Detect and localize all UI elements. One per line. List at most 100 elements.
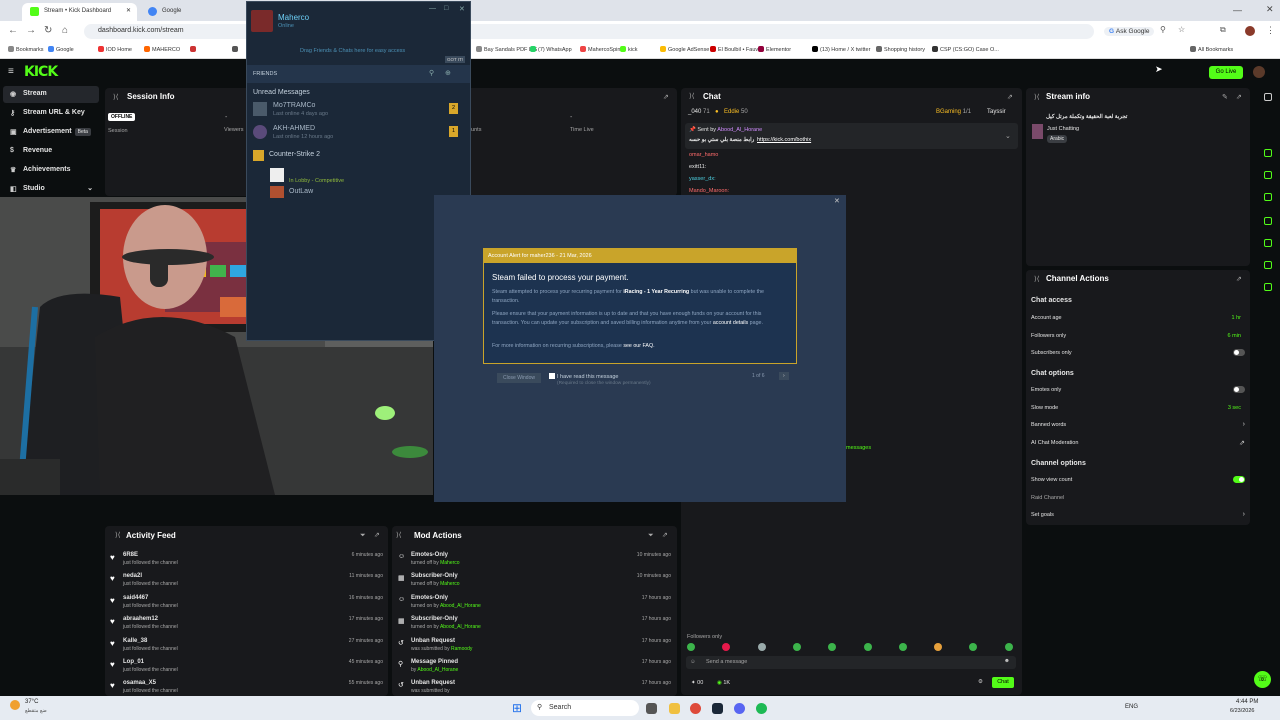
steam-maximize-icon[interactable]: □ (444, 5, 448, 12)
forward-icon[interactable]: → (26, 25, 36, 36)
url-field[interactable]: dashboard.kick.com/stream (84, 24, 1094, 39)
bookmark-item[interactable] (190, 46, 198, 53)
friend-row[interactable]: Mo7TRAMCo Last online 4 days ago 2 (251, 100, 467, 120)
language-indicator[interactable]: ENG (1125, 704, 1138, 710)
back-icon[interactable]: ← (8, 25, 18, 36)
add-friend-icon[interactable]: ⊕ (445, 69, 451, 77)
ai-moderation-row[interactable]: AI Chat Moderation ⇗ (1031, 440, 1245, 447)
file-explorer-icon[interactable] (669, 703, 680, 714)
followers-only-row[interactable]: Followers only 6 min (1031, 333, 1245, 339)
taskbar-search[interactable]: ⚲ Search (531, 700, 639, 716)
rail-tool-icon[interactable] (1264, 239, 1272, 247)
mod-filter-icon[interactable]: ⏷ (648, 532, 654, 540)
alert-close-icon[interactable]: ✕ (834, 197, 840, 205)
rail-tool-icon[interactable] (1264, 149, 1272, 157)
rail-tool-icon[interactable] (1264, 193, 1272, 201)
sidebar-item-advertisement[interactable]: ▣ Advertisement Beta (3, 124, 99, 141)
close-window-button[interactable]: Close Window (497, 373, 541, 383)
chrome-icon[interactable] (690, 703, 701, 714)
bookmark-item[interactable]: Google AdSense (660, 46, 709, 53)
stream-info-popout-icon[interactable]: ⇗ (1236, 93, 1242, 101)
emote-icon[interactable] (757, 643, 766, 651)
pinned-message[interactable]: 📌 Sent by Abood_Al_Horane رابط منصة بلي … (685, 123, 1018, 149)
got-it-button[interactable]: GOT IT! (445, 56, 466, 63)
sidebar-item-stream-url-key[interactable]: ⚷ Stream URL & Key (3, 105, 99, 122)
emotes-only-toggle[interactable] (1233, 386, 1245, 393)
minimize-icon[interactable]: — (1233, 5, 1242, 15)
bookmark-item[interactable] (232, 46, 240, 53)
show-view-count-toggle[interactable] (1233, 476, 1245, 483)
user-avatar[interactable] (1253, 66, 1265, 78)
steam-minimize-icon[interactable]: — (429, 5, 436, 12)
task-view-icon[interactable] (646, 703, 657, 714)
chat-collapse-icon[interactable]: ⟩⟨ (689, 92, 694, 100)
sidebar-item-achievements[interactable]: ♛ Achievements (3, 162, 99, 179)
zoom-icon[interactable]: ⚲ (1160, 25, 1166, 34)
emote-icon[interactable] (934, 643, 943, 651)
emote-icon[interactable] (1004, 643, 1013, 651)
bookmark-item[interactable]: MahercoSpin (580, 46, 620, 53)
help-chat-icon[interactable]: ☏ (1254, 671, 1271, 688)
popout-icon[interactable]: ⇗ (663, 93, 669, 101)
game-group-heading[interactable]: Counter-Strike 2 (269, 151, 320, 158)
raid-channel-row[interactable]: Raid Channel (1031, 495, 1245, 501)
chat-input[interactable]: ☺ Send a message ☻ (686, 656, 1016, 669)
go-live-button[interactable]: Go Live (1209, 66, 1243, 79)
rail-tool-icon[interactable] (1264, 171, 1272, 179)
bookmark-item[interactable]: Bay Sandals PDF LIS (476, 46, 537, 53)
menu-dots-icon[interactable]: ⋮ (1266, 25, 1275, 36)
filter-icon[interactable]: ⏷ (360, 532, 366, 540)
mod-collapse-icon[interactable]: ⟩⟨ (396, 531, 401, 539)
emote-icon[interactable] (863, 643, 872, 651)
home-icon[interactable]: ⌂ (62, 25, 68, 36)
banned-words-row[interactable]: Banned words › (1031, 421, 1245, 428)
collapse-icon[interactable]: ⟩⟨ (113, 93, 118, 101)
star-icon[interactable]: ☆ (1178, 25, 1185, 34)
bookmark-item[interactable]: Shopping history (876, 46, 925, 53)
kick-logo[interactable]: KICK (24, 64, 58, 80)
edit-icon[interactable]: ✎ (1222, 93, 1228, 101)
emote-icon[interactable] (687, 643, 695, 651)
emote-icon[interactable] (969, 643, 978, 651)
channel-actions-collapse-icon[interactable]: ⟩⟨ (1034, 275, 1039, 283)
friends-search-icon[interactable]: ⚲ (429, 69, 434, 77)
pinned-link[interactable]: https://kick.com/bothix (757, 137, 811, 143)
read-checkbox[interactable] (549, 373, 555, 379)
tab-kick-dashboard[interactable]: Stream • Kick Dashboard ✕ (22, 3, 137, 21)
bookmark-item[interactable]: El Boulbil • Fauves (710, 46, 764, 53)
slow-mode-row[interactable]: Slow mode 3 sec (1031, 405, 1245, 411)
bookmark-item[interactable]: All Bookmarks (1190, 46, 1233, 53)
close-icon[interactable]: ✕ (126, 7, 131, 14)
send-chat-button[interactable]: Chat (992, 677, 1014, 688)
emote-icon[interactable] (722, 643, 731, 651)
discord-icon[interactable] (734, 703, 745, 714)
chat-popout-icon[interactable]: ⇗ (1007, 93, 1013, 101)
windows-start-icon[interactable]: ⊞ (512, 701, 522, 715)
rail-tool-icon[interactable] (1264, 93, 1272, 101)
bookmark-item[interactable]: (13) Home / X twitter (812, 46, 870, 53)
activity-collapse-icon[interactable]: ⟩⟨ (115, 531, 120, 539)
bookmark-item[interactable]: Bookmarks (8, 46, 44, 53)
rail-tool-icon[interactable] (1264, 283, 1272, 291)
mod-popout-icon[interactable]: ⇗ (662, 531, 668, 539)
steam-close-icon[interactable]: ✕ (459, 5, 465, 13)
sidebar-item-studio[interactable]: ◧ Studio ⌄ (3, 181, 99, 198)
spotify-icon[interactable] (756, 703, 767, 714)
faq-link[interactable]: see our FAQ. (623, 343, 654, 349)
sidebar-item-revenue[interactable]: $ Revenue (3, 143, 99, 160)
profile-avatar[interactable] (1245, 26, 1255, 36)
pin-expand-icon[interactable]: ⌄ (1005, 132, 1011, 140)
hamburger-menu-icon[interactable]: ≡ (8, 66, 14, 77)
rail-tool-icon[interactable] (1264, 261, 1272, 269)
emoji-icon[interactable]: ☻ (1004, 658, 1010, 664)
subscribers-only-toggle[interactable] (1233, 349, 1245, 356)
bookmark-item[interactable]: (7) WhatsApp (530, 46, 572, 53)
ask-google-button[interactable]: G Ask Google (1104, 27, 1155, 36)
activity-popout-icon[interactable]: ⇗ (374, 531, 380, 539)
clock-time[interactable]: 4:44 PM (1236, 699, 1258, 705)
bookmark-item[interactable]: Elementor (758, 46, 791, 53)
friend-row[interactable]: AKH-AHMED Last online 12 hours ago 1 (251, 123, 467, 143)
account-details-link[interactable]: account details (713, 320, 748, 326)
emote-icon[interactable] (792, 643, 801, 651)
sidebar-item-stream[interactable]: ◉ Stream (3, 86, 99, 103)
